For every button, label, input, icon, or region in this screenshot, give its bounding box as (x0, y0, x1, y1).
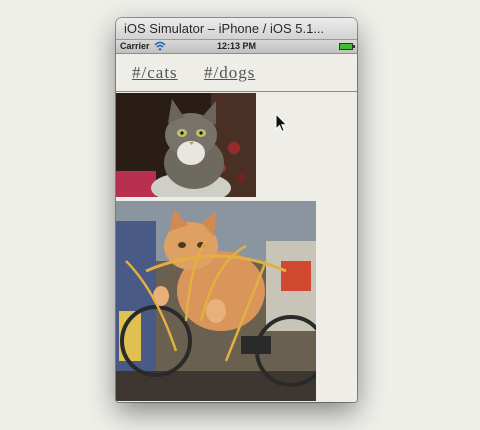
window-titlebar[interactable]: iOS Simulator – iPhone / iOS 5.1... (116, 18, 357, 40)
nav-link-dogs[interactable]: #/dogs (204, 63, 255, 83)
nav-link-cats[interactable]: #/cats (132, 63, 178, 83)
tabby-cat-image (116, 93, 256, 197)
hash-nav: #/cats #/dogs (116, 54, 357, 92)
ginger-cat-image (116, 201, 316, 401)
cat-photo-tabby (116, 93, 256, 197)
web-content: #/cats #/dogs (116, 54, 357, 402)
simulator-window: iOS Simulator – iPhone / iOS 5.1... Carr… (116, 18, 357, 402)
window-title: iOS Simulator – iPhone / iOS 5.1... (124, 21, 325, 36)
ios-status-bar: Carrier 12:13 PM (116, 40, 357, 54)
status-clock: 12:13 PM (216, 41, 257, 51)
battery-icon (339, 43, 355, 50)
cat-photo-ginger-bicycle (116, 201, 316, 401)
mouse-pointer-icon (275, 113, 288, 133)
